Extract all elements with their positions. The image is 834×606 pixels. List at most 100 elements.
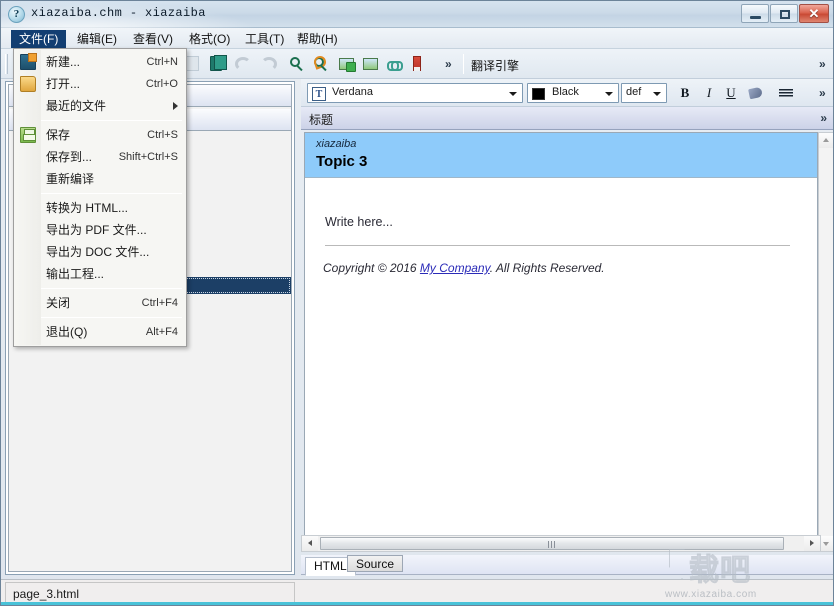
menu-item-new[interactable]: 新建... Ctrl+N xyxy=(14,51,186,73)
help-chm-icon: ? xyxy=(8,6,25,23)
bookmark-icon[interactable] xyxy=(407,54,427,74)
menu-item-output-project[interactable]: 输出工程... xyxy=(14,263,186,285)
font-family-select[interactable]: T Verdana xyxy=(307,83,523,103)
chevron-left-icon xyxy=(308,540,312,546)
font-color-value: Black xyxy=(552,86,579,98)
chevron-right-icon xyxy=(810,540,814,546)
underline-button[interactable]: U xyxy=(721,83,741,103)
horizontal-scroll-thumb[interactable] xyxy=(320,537,784,550)
status-file-field: page_3.html xyxy=(5,582,295,604)
window-title: xiazaiba.chm - xiazaiba xyxy=(31,6,206,20)
editor-mode-tabs: HTML Source xyxy=(301,555,834,575)
menu-item-label: 重新编译 xyxy=(46,172,94,186)
wysiwyg-editor[interactable]: xiazaiba Topic 3 Write here... Copyright… xyxy=(304,132,818,552)
zoom-search-icon[interactable] xyxy=(287,54,307,74)
insert-link-icon[interactable] xyxy=(385,54,405,74)
menu-item-label: 最近的文件 xyxy=(46,99,106,113)
topic-title-label: 标题 xyxy=(309,111,333,128)
menu-item-close[interactable]: 关闭 Ctrl+F4 xyxy=(14,292,186,314)
toolbar-overflow-chevron[interactable]: » xyxy=(445,57,452,71)
topic-title-bar: 标题 » xyxy=(301,107,834,130)
menu-item-label: 导出为 PDF 文件... xyxy=(46,223,147,237)
scroll-down-button[interactable] xyxy=(819,536,833,551)
menu-item-recent-files[interactable]: 最近的文件 xyxy=(14,95,186,117)
chevron-up-icon xyxy=(823,138,829,142)
copy-icon[interactable] xyxy=(207,54,227,74)
bold-button[interactable]: B xyxy=(675,83,695,103)
align-left-icon[interactable] xyxy=(775,83,795,103)
menu-bar: 文件(F) 编辑(E) 查看(V) 格式(O) 工具(T) 帮助(H) xyxy=(1,28,834,49)
submenu-arrow-icon xyxy=(173,102,178,110)
editor-vertical-scrollbar[interactable] xyxy=(818,132,834,552)
color-swatch xyxy=(532,88,545,100)
toolbar-overflow-chevron-right[interactable]: » xyxy=(819,57,826,71)
chevron-down-icon xyxy=(509,92,517,96)
menu-item-save-as[interactable]: 保存到... Shift+Ctrl+S xyxy=(14,146,186,168)
maximize-button[interactable] xyxy=(770,4,798,23)
insert-image-icon[interactable] xyxy=(337,54,357,74)
font-family-value: Verdana xyxy=(332,86,373,98)
menu-item-label: 保存 xyxy=(46,128,70,142)
menu-view[interactable]: 查看(V) xyxy=(125,30,181,48)
menu-help[interactable]: 帮助(H) xyxy=(289,30,346,48)
menu-item-label: 退出(Q) xyxy=(46,325,87,339)
menu-item-label: 导出为 DOC 文件... xyxy=(46,245,149,259)
document-subtitle: xiazaiba xyxy=(316,138,356,150)
document-body-placeholder[interactable]: Write here... xyxy=(325,215,393,229)
menu-format[interactable]: 格式(O) xyxy=(181,30,238,48)
scroll-up-button[interactable] xyxy=(819,133,833,148)
menu-item-export-doc[interactable]: 导出为 DOC 文件... xyxy=(14,241,186,263)
document-title: Topic 3 xyxy=(316,153,367,170)
font-size-value: def xyxy=(626,86,641,98)
font-icon: T xyxy=(312,87,326,101)
menu-item-export-pdf[interactable]: 导出为 PDF 文件... xyxy=(14,219,186,241)
maximize-icon xyxy=(780,10,790,19)
menu-edit[interactable]: 编辑(E) xyxy=(69,30,125,48)
image-properties-icon[interactable] xyxy=(361,54,381,74)
editor-panel: 标题 » xiazaiba Topic 3 Write here... Copy… xyxy=(301,107,834,555)
scroll-right-button[interactable] xyxy=(804,536,820,551)
topic-overflow-chevron[interactable]: » xyxy=(820,111,827,125)
highlight-icon[interactable] xyxy=(745,83,765,103)
menu-item-accel: Ctrl+O xyxy=(146,73,178,95)
menu-item-accel: Alt+F4 xyxy=(146,321,178,343)
editor-horizontal-scrollbar[interactable] xyxy=(301,535,821,552)
menu-item-exit[interactable]: 退出(Q) Alt+F4 xyxy=(14,321,186,343)
open-folder-icon xyxy=(20,76,36,92)
menu-separator xyxy=(18,288,182,289)
main-window: ? xiazaiba.chm - xiazaiba ✕ 文件(F) 编辑(E) … xyxy=(0,0,834,606)
format-overflow-chevron[interactable]: » xyxy=(819,86,826,100)
menu-tools[interactable]: 工具(T) xyxy=(237,30,292,48)
toolbar-separator xyxy=(463,54,464,74)
italic-button[interactable]: I xyxy=(699,83,719,103)
tab-source[interactable]: Source xyxy=(347,555,403,572)
new-document-icon xyxy=(20,54,36,70)
menu-item-accel: Ctrl+F4 xyxy=(142,292,178,314)
document-footer: Copyright © 2016 My Company. All Rights … xyxy=(323,261,605,275)
company-link[interactable]: My Company xyxy=(420,261,490,275)
chevron-down-icon xyxy=(823,542,829,546)
undo-icon[interactable] xyxy=(233,54,253,74)
font-color-select[interactable]: Black xyxy=(527,83,619,103)
menu-item-label: 关闭 xyxy=(46,296,70,310)
file-menu-dropdown[interactable]: 新建... Ctrl+N 打开... Ctrl+O 最近的文件 保存 Ctrl+… xyxy=(13,48,187,347)
menu-item-convert-to-html[interactable]: 转换为 HTML... xyxy=(14,197,186,219)
toolbar-grip[interactable] xyxy=(5,54,8,74)
menu-file[interactable]: 文件(F) xyxy=(11,30,66,48)
menu-item-open[interactable]: 打开... Ctrl+O xyxy=(14,73,186,95)
menu-separator xyxy=(18,120,182,121)
font-size-select[interactable]: def xyxy=(621,83,667,103)
scroll-left-button[interactable] xyxy=(302,536,318,551)
menu-separator xyxy=(18,317,182,318)
find-replace-icon[interactable] xyxy=(311,54,331,74)
close-button[interactable]: ✕ xyxy=(799,4,829,23)
menu-item-accel: Shift+Ctrl+S xyxy=(119,146,178,168)
minimize-button[interactable] xyxy=(741,4,769,23)
document-divider xyxy=(325,245,790,246)
minimize-icon xyxy=(750,16,761,19)
menu-item-label: 打开... xyxy=(46,77,80,91)
redo-icon[interactable] xyxy=(259,54,279,74)
bottom-accent-bar xyxy=(1,602,834,605)
menu-item-save[interactable]: 保存 Ctrl+S xyxy=(14,124,186,146)
menu-item-recompile[interactable]: 重新编译 xyxy=(14,168,186,190)
